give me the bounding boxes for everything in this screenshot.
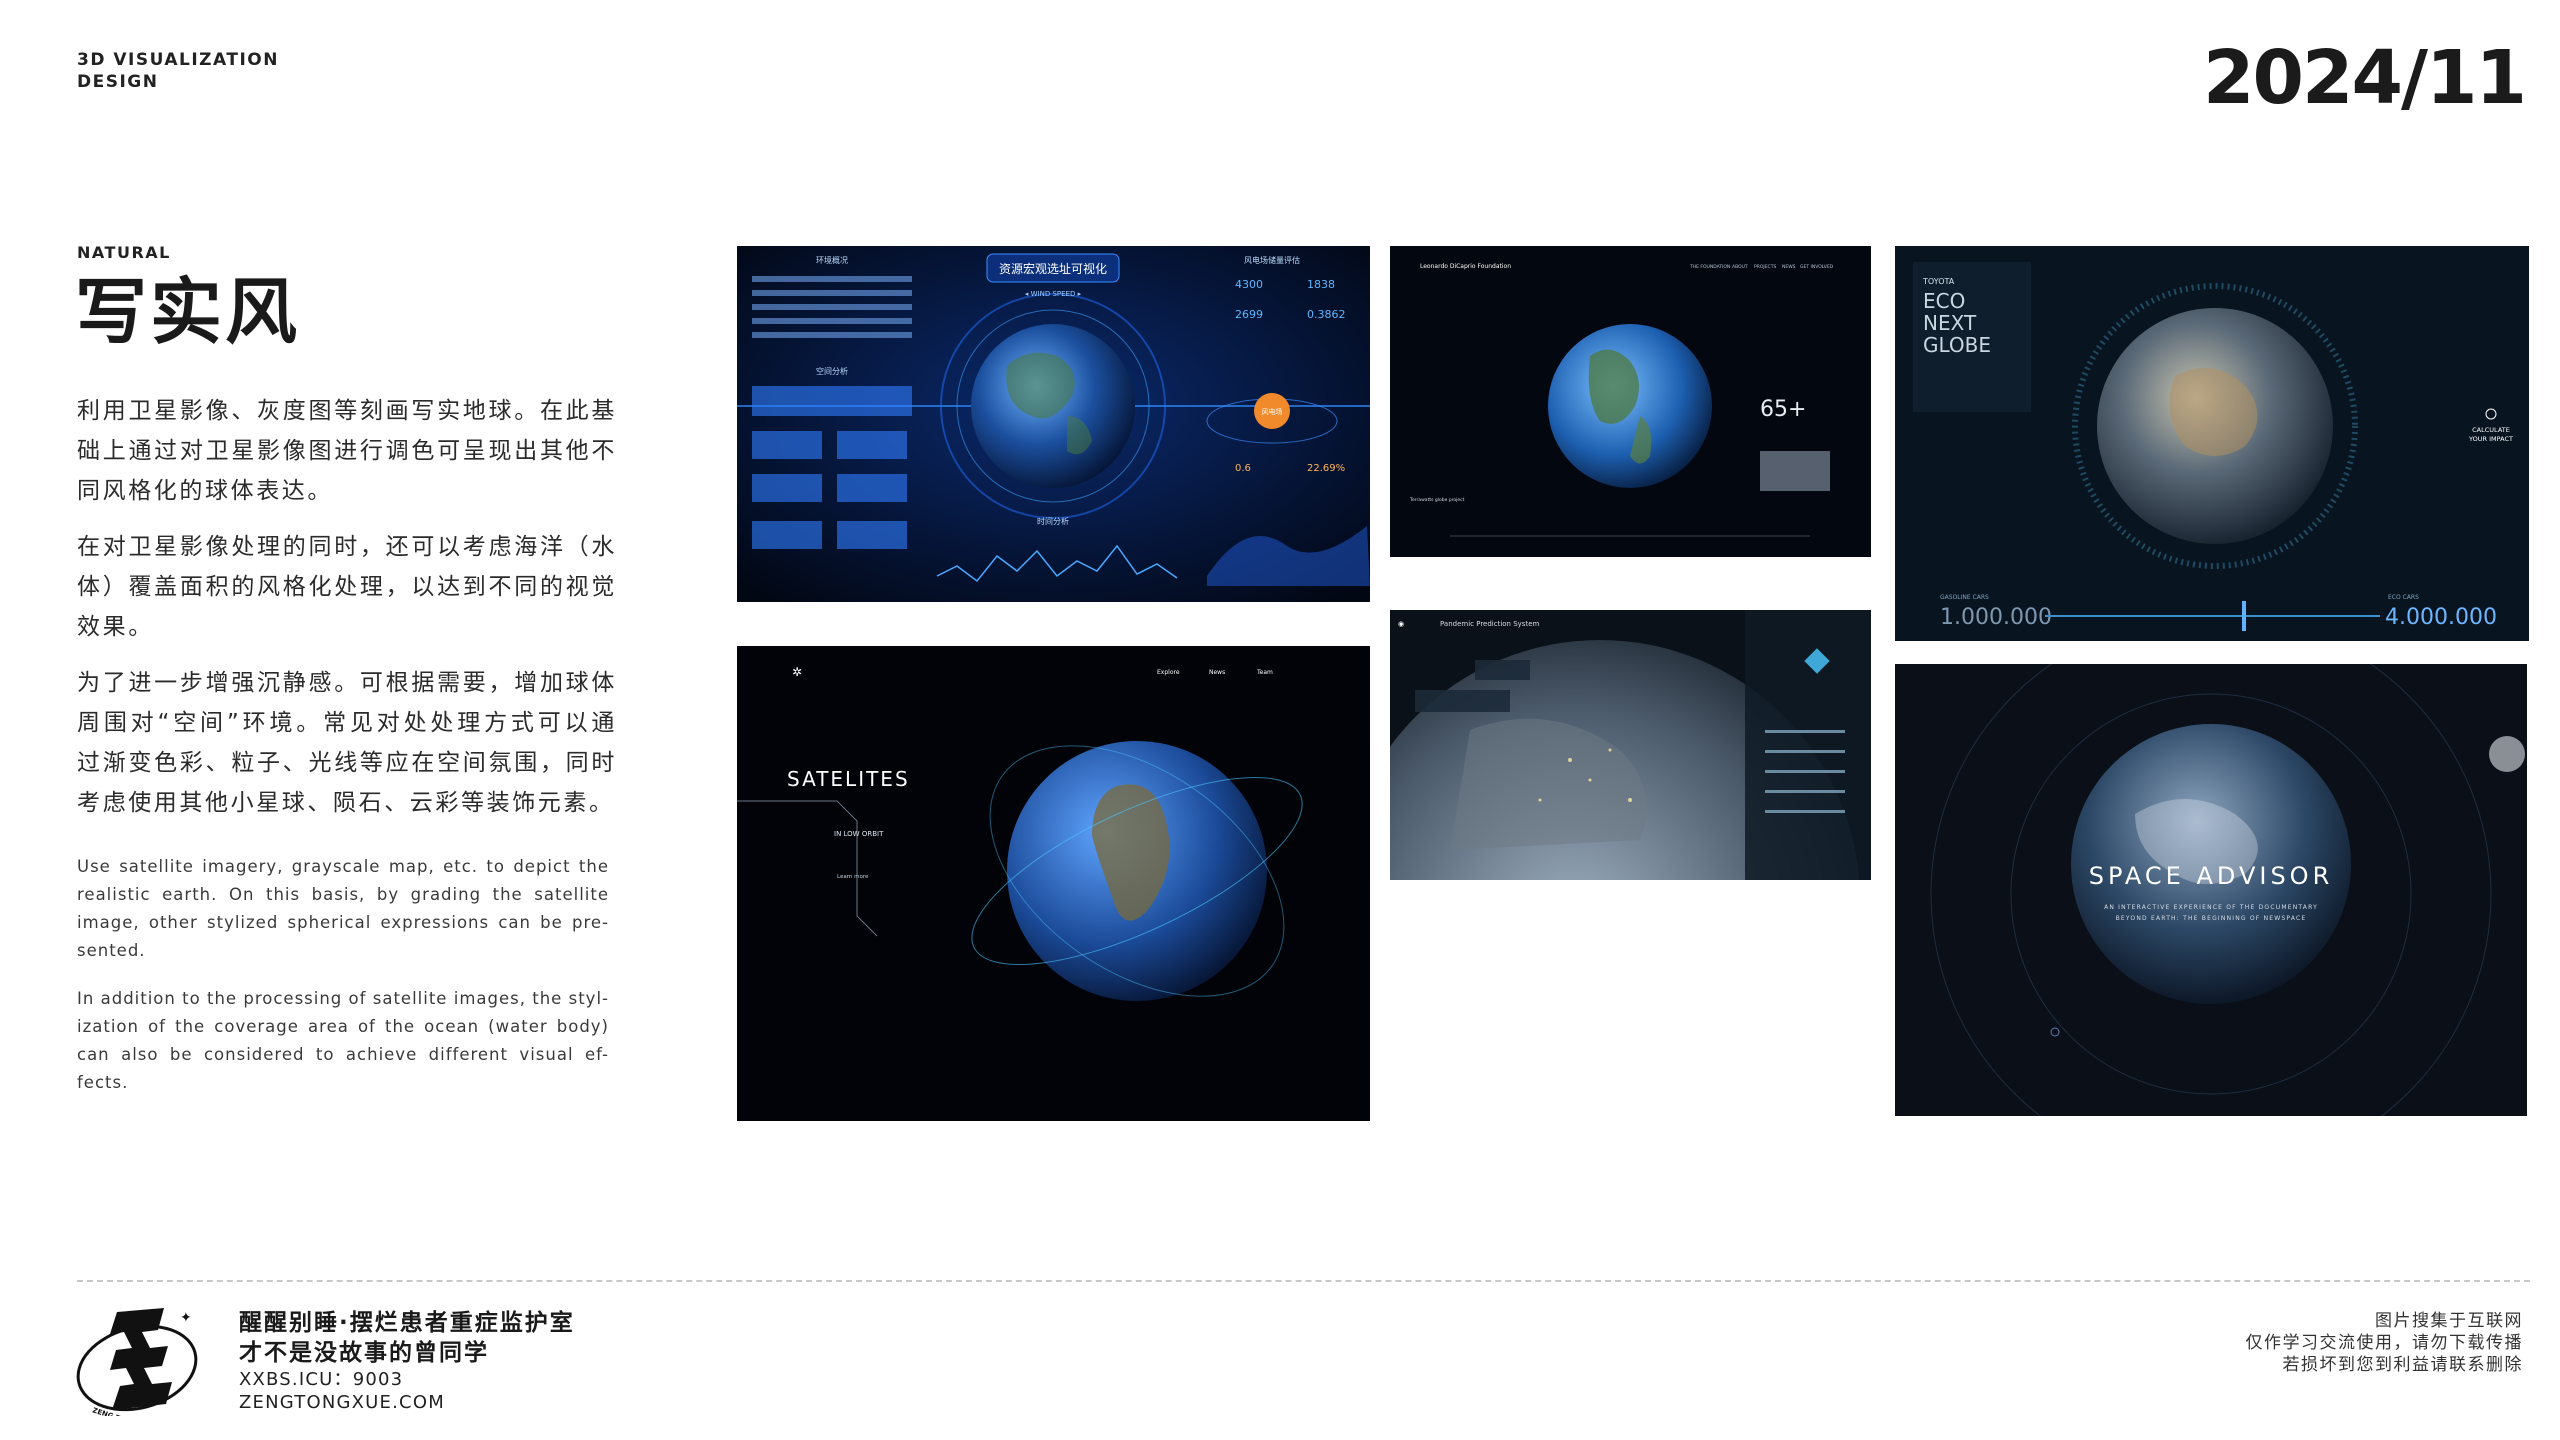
- gasoline-value: 1.000.000: [1940, 605, 2052, 630]
- nav-item-news[interactable]: News: [1209, 669, 1225, 676]
- dashboard-graphic: 资源宏观选址可视化 ◂ WIND SPEED ▸ 环境概况 空间分析 风电场储量…: [737, 246, 1370, 602]
- gasoline-label: GASOLINE CARS: [1940, 594, 1989, 601]
- nav-item-projects[interactable]: PROJECTS: [1754, 264, 1776, 270]
- stat-2: 1838: [1307, 278, 1335, 291]
- screenshot-resource-dashboard: 资源宏观选址可视化 ◂ WIND SPEED ▸ 环境概况 空间分析 风电场储量…: [737, 246, 1370, 602]
- brand-label: 3D VISUALIZATION DESIGN: [77, 49, 279, 93]
- wind-speed-label: ◂ WIND SPEED ▸: [1025, 290, 1082, 298]
- eco-value: 4.000.000: [2385, 605, 2497, 630]
- nav-item-news[interactable]: NEWS: [1782, 264, 1796, 270]
- nav-item-team[interactable]: Team: [1256, 669, 1273, 676]
- footer-line-1: 醒醒别睡·摆烂患者重症监护室: [239, 1310, 575, 1336]
- en-paragraph-1: Use satellite imagery, grayscale map, et…: [77, 857, 609, 960]
- disclaimer-line-3: 若损坏到您到利益请联系删除: [2282, 1355, 2523, 1375]
- stat-3: 2699: [1235, 308, 1263, 321]
- disclaimer-line-1: 图片搜集于互联网: [2375, 1311, 2523, 1331]
- screenshot-pandemic-system: ◉ Pandemic Prediction System: [1390, 610, 1871, 880]
- satellites-title: SATELITES: [787, 767, 910, 791]
- stat-1: 4300: [1235, 278, 1263, 291]
- brand-line-1: 3D VISUALIZATION: [77, 50, 279, 70]
- nav-item-explore[interactable]: Explore: [1157, 669, 1180, 676]
- footer-disclaimer: 图片搜集于互联网 仅作学习交流使用，请勿下载传播 若损坏到您到利益请联系删除: [2246, 1310, 2524, 1376]
- brand-logo: ✦ ZENG TONG XUE: [72, 1300, 212, 1434]
- eco-title-line-2: NEXT: [1923, 311, 1977, 335]
- screenshot-satellites: ✲ Explore News Team SATELITES IN LOW ORB…: [737, 646, 1370, 1121]
- stat-5: 0.6: [1235, 463, 1251, 474]
- foundation-brand: Leonardo DiCaprio Foundation: [1420, 263, 1511, 270]
- pandemic-logo-icon: ◉: [1398, 620, 1404, 628]
- en-paragraph-2: In addition to the processing of satelli…: [77, 989, 609, 1092]
- nav-item-foundation[interactable]: THE FOUNDATION: [1689, 264, 1730, 270]
- right-panel-title: 风电场储量评估: [1244, 255, 1300, 265]
- space-advisor-title: SPACE ADVISOR: [2089, 862, 2334, 890]
- stat-4: 0.3862: [1307, 308, 1346, 321]
- left-panel-title: 环境概况: [816, 255, 848, 265]
- zeng-logo-icon: ✦ ZENG TONG XUE: [76, 1308, 198, 1434]
- eco-globe-graphic: TOYOTA ECO NEXT GLOBE CALCULATE YOUR IMP…: [1895, 246, 2529, 641]
- eco-label: ECO CARS: [2388, 594, 2419, 601]
- screenshot-foundation-site: Leonardo DiCaprio Foundation THE FOUNDAT…: [1390, 246, 1871, 557]
- space-advisor-subtitle-1: AN INTERACTIVE EXPERIENCE OF THE DOCUMEN…: [2104, 904, 2318, 911]
- dashboard-title: 资源宏观选址可视化: [999, 261, 1107, 276]
- cn-paragraph-3: 为了进一步增强沉静感。可根据需要，增加球体周围对“空间”环境。常见对处处理方式可…: [77, 670, 617, 816]
- sparkle-icon: ✦: [180, 1310, 192, 1326]
- nav-item-involved[interactable]: GET INVOLVED: [1800, 264, 1834, 270]
- section-label: NATURAL: [77, 243, 171, 262]
- screenshot-space-advisor: SPACE ADVISOR AN INTERACTIVE EXPERIENCE …: [1895, 664, 2527, 1116]
- page-date: 2024/11: [2203, 35, 2527, 121]
- cn-paragraph-1: 利用卫星影像、灰度图等刻画写实地球。在此基础上通过对卫星影像图进行调色可呈现出其…: [77, 398, 617, 504]
- cn-paragraph-2: 在对卫星影像处理的同时，还可以考虑海洋（水体）覆盖面积的风格化处理，以达到不同的…: [77, 534, 617, 640]
- pandemic-title: Pandemic Prediction System: [1440, 620, 1540, 628]
- satellites-graphic: ✲ Explore News Team SATELITES IN LOW ORB…: [737, 646, 1370, 1121]
- footer-line-3: XXBS.ICU：9003: [239, 1369, 404, 1390]
- disclaimer-line-2: 仅作学习交流使用，请勿下载传播: [2245, 1333, 2523, 1353]
- brand-line-2: DESIGN: [77, 72, 159, 92]
- calculate-line-2[interactable]: YOUR IMPACT: [2468, 435, 2513, 443]
- screenshot-eco-globe: TOYOTA ECO NEXT GLOBE CALCULATE YOUR IMP…: [1895, 246, 2529, 641]
- eco-title-line-3: GLOBE: [1923, 333, 1991, 357]
- nav-item-about[interactable]: ABOUT: [1732, 264, 1748, 270]
- spatial-analysis-title: 空间分析: [816, 366, 848, 376]
- calculate-line-1[interactable]: CALCULATE: [2472, 426, 2510, 434]
- time-analysis-title: 时间分析: [1037, 516, 1069, 526]
- satellites-subtitle: IN LOW ORBIT: [834, 830, 884, 838]
- satellites-logo-icon: ✲: [792, 665, 802, 679]
- footer-website[interactable]: ZENGTONGXUE.COM: [239, 1391, 575, 1414]
- foundation-graphic: Leonardo DiCaprio Foundation THE FOUNDAT…: [1390, 246, 1871, 557]
- space-advisor-subtitle-2: BEYOND EARTH: THE BEGINNING OF NEWSPACE: [2116, 915, 2307, 922]
- eco-title-line-1: ECO: [1923, 289, 1965, 313]
- center-badge: 风电场: [1262, 407, 1283, 416]
- foundation-caption: Terrawatts globe project: [1409, 497, 1465, 503]
- footer-credits: 醒醒别睡·摆烂患者重症监护室 才不是没故事的曾同学 XXBS.ICU：9003 …: [239, 1308, 575, 1414]
- footer-divider: [77, 1280, 2530, 1282]
- stat-65: 65+: [1760, 397, 1806, 422]
- pandemic-graphic: ◉ Pandemic Prediction System: [1390, 610, 1871, 880]
- space-advisor-graphic: SPACE ADVISOR AN INTERACTIVE EXPERIENCE …: [1895, 664, 2527, 1116]
- learn-more-link[interactable]: Learn more: [837, 874, 869, 880]
- toyota-brand: TOYOTA: [1922, 277, 1955, 286]
- stat-6: 22.69%: [1307, 463, 1345, 474]
- footer-line-2: 才不是没故事的曾同学: [239, 1340, 489, 1366]
- moon-icon: [2489, 736, 2525, 772]
- page-title: 写实风: [75, 270, 301, 354]
